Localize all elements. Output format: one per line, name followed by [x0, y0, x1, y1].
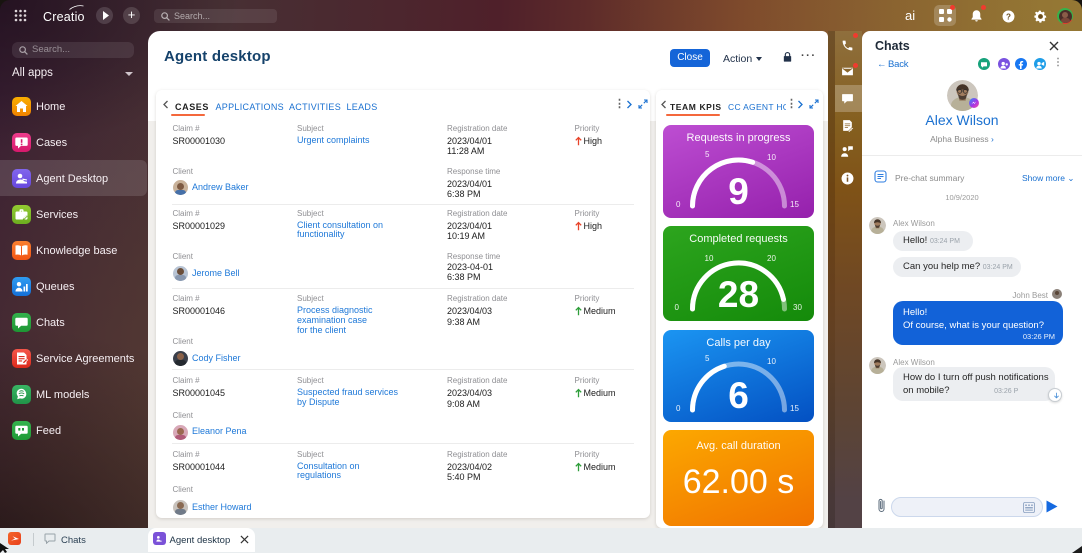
svg-text:?: ? — [1006, 12, 1011, 21]
